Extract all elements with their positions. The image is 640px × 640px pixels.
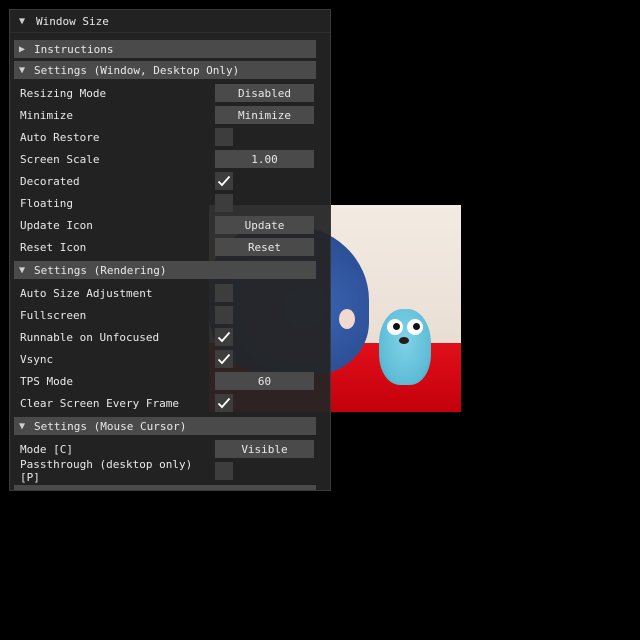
setting-label: TPS Mode [20, 374, 73, 388]
setting-row: Decorated [14, 170, 316, 192]
setting-row: Minimize Minimize [14, 104, 316, 126]
section-header-info[interactable]: ▼ Info [14, 485, 316, 491]
section-label: Info [34, 488, 61, 491]
section-label: Settings (Rendering) [34, 263, 167, 277]
setting-row: Update Icon Update [14, 214, 316, 236]
setting-row: Floating [14, 192, 316, 214]
setting-row: TPS Mode 60 [14, 370, 316, 392]
setting-checkbox[interactable] [215, 172, 233, 190]
window-title: Window Size [36, 14, 109, 28]
window-titlebar[interactable]: ▼ Window Size [10, 10, 330, 33]
section-label: Instructions [34, 42, 114, 56]
setting-button[interactable]: Minimize [215, 106, 314, 124]
check-icon [217, 397, 231, 409]
section-header-rendering[interactable]: ▼ Settings (Rendering) [14, 261, 316, 279]
setting-label: Passthrough (desktop only) [P] [20, 458, 193, 484]
section-header-window[interactable]: ▼ Settings (Window, Desktop Only) [14, 61, 316, 79]
setting-row: Auto Size Adjustment [14, 282, 316, 304]
setting-checkbox[interactable] [215, 462, 233, 480]
setting-row: Reset Icon Reset [14, 236, 316, 258]
chevron-down-icon: ▼ [16, 489, 28, 491]
setting-button[interactable]: Visible [215, 440, 314, 458]
setting-checkbox[interactable] [215, 306, 233, 324]
setting-label: Runnable on Unfocused [20, 330, 160, 344]
setting-label: Auto Size Adjustment [20, 286, 153, 300]
setting-label: Clear Screen Every Frame [20, 396, 179, 410]
setting-label: Vsync [20, 352, 54, 366]
setting-button[interactable]: Disabled [215, 84, 314, 102]
check-icon [217, 353, 231, 365]
setting-row: Vsync [14, 348, 316, 370]
setting-label: Floating [20, 196, 73, 210]
setting-label: Screen Scale [20, 152, 100, 166]
setting-button[interactable]: 1.00 [215, 150, 314, 168]
setting-label: Mode [C] [20, 442, 73, 456]
setting-row: Auto Restore [14, 126, 316, 148]
plush-hand [339, 309, 355, 329]
section-label: Settings (Window, Desktop Only) [34, 63, 240, 77]
setting-label: Decorated [20, 174, 80, 188]
setting-label: Update Icon [20, 218, 93, 232]
window-size-window: ▼ Window Size ▶ Instructions ▼ Settings (Wi… [9, 9, 331, 491]
setting-button[interactable]: 60 [215, 372, 314, 390]
setting-row: Mode [C] Visible [14, 438, 316, 460]
check-icon [217, 331, 231, 343]
setting-row: Runnable on Unfocused [14, 326, 316, 348]
chevron-down-icon: ▼ [18, 264, 26, 276]
setting-button[interactable]: Update [215, 216, 314, 234]
gopher-right-eye [407, 319, 423, 335]
setting-checkbox[interactable] [215, 128, 233, 146]
section-label: Settings (Mouse Cursor) [34, 419, 187, 433]
setting-row: Resizing Mode Disabled [14, 82, 316, 104]
setting-checkbox[interactable] [215, 350, 233, 368]
setting-row: Passthrough (desktop only) [P] [14, 458, 316, 484]
chevron-right-icon: ▶ [18, 43, 26, 55]
setting-checkbox[interactable] [215, 194, 233, 212]
setting-row: Screen Scale 1.00 [14, 148, 316, 170]
setting-label: Resizing Mode [20, 86, 107, 100]
section-header-instructions[interactable]: ▶ Instructions [14, 40, 316, 58]
setting-checkbox[interactable] [215, 328, 233, 346]
setting-label: Fullscreen [20, 308, 87, 322]
chevron-down-icon: ▼ [18, 64, 26, 76]
setting-label: Minimize [20, 108, 73, 122]
chevron-down-icon[interactable]: ▼ [16, 16, 28, 27]
setting-label: Reset Icon [20, 240, 87, 254]
setting-button[interactable]: Reset [215, 238, 314, 256]
gopher-nose [399, 337, 409, 344]
section-header-mouse[interactable]: ▼ Settings (Mouse Cursor) [14, 417, 316, 435]
chevron-down-icon: ▼ [18, 420, 26, 432]
window-content: ▶ Instructions ▼ Settings (Window, Desktop … [14, 37, 316, 491]
setting-checkbox[interactable] [215, 394, 233, 412]
gopher-figurine [379, 309, 431, 385]
gopher-left-eye [387, 319, 403, 335]
setting-row: Clear Screen Every Frame [14, 392, 316, 414]
setting-label: Auto Restore [20, 130, 100, 144]
setting-row: Fullscreen [14, 304, 316, 326]
check-icon [217, 175, 231, 187]
setting-checkbox[interactable] [215, 284, 233, 302]
